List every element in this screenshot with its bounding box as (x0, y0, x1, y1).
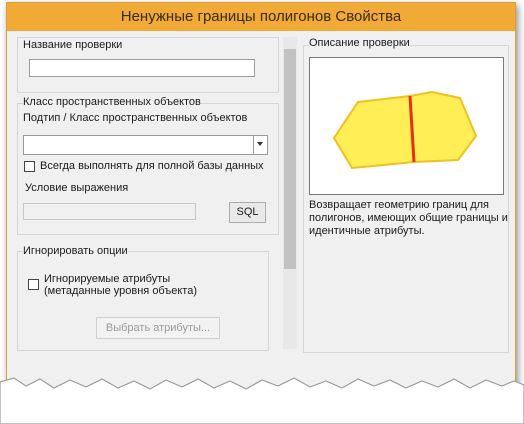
check-name-input[interactable] (29, 59, 255, 77)
dropdown-button[interactable] (253, 136, 267, 154)
polygon-illustration (332, 90, 478, 170)
title-bar[interactable]: Ненужные границы полигонов Свойства (7, 3, 515, 31)
chevron-down-icon (257, 142, 263, 146)
ignored-attributes-checkbox[interactable] (28, 279, 39, 290)
check-name-label: Название проверки (23, 39, 123, 51)
description-text-line1: Возвращает геометрию границ для (309, 199, 490, 211)
right-polygon (408, 90, 478, 164)
ignored-attributes-sublabel: (метаданные уровня объекта) (44, 285, 197, 297)
properties-dialog: Ненужные границы полигонов Свойства Назв… (6, 2, 516, 404)
left-panel-scrollbar[interactable] (283, 37, 297, 349)
always-run-checkbox[interactable] (24, 161, 35, 172)
ignored-attributes-label: Игнорируемые атрибуты (44, 273, 171, 285)
left-polygon (332, 94, 416, 170)
expression-label: Условие выражения (25, 182, 129, 194)
select-attributes-button[interactable]: Выбрать атрибуты... (96, 317, 220, 339)
description-image-frame (309, 57, 504, 195)
subtype-dropdown[interactable] (23, 135, 268, 155)
sql-button[interactable]: SQL (229, 202, 266, 223)
expression-input[interactable] (23, 203, 196, 220)
scrollbar-thumb[interactable] (284, 49, 296, 269)
always-run-label: Всегда выполнять для полной базы данных (40, 160, 264, 172)
window-title: Ненужные границы полигонов Свойства (120, 8, 402, 25)
subtype-label: Подтип / Класс пространственных объектов (23, 112, 248, 124)
ignore-options-label: Игнорировать опции (23, 245, 128, 257)
description-text-line2: полигонов, имеющих общие границы и (309, 212, 508, 224)
feature-class-label: Класс пространственных объектов (23, 96, 201, 108)
description-label: Описание проверки (309, 37, 410, 49)
torn-edge (0, 377, 524, 424)
description-text-line3: идентичные атрибуты. (309, 225, 425, 237)
